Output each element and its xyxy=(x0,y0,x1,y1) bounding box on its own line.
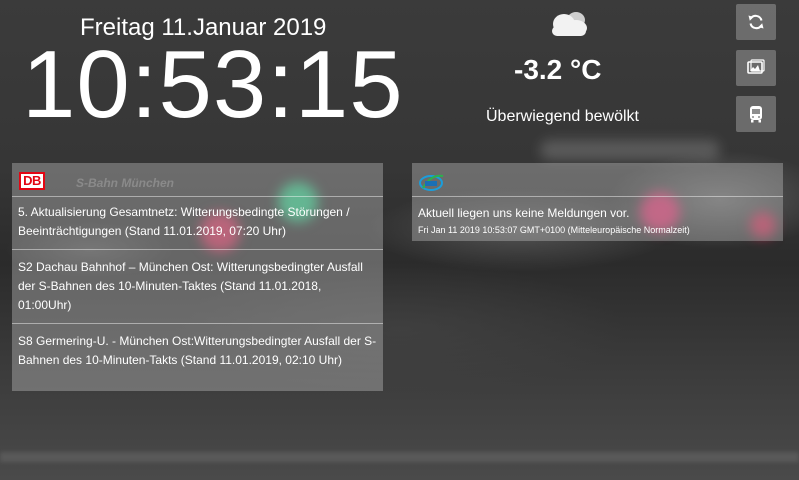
cloud-icon xyxy=(552,12,587,36)
mvv-message: Aktuell liegen uns keine Meldungen vor. xyxy=(418,206,630,220)
clock-display: 10:53:15 xyxy=(22,31,404,138)
refresh-button[interactable] xyxy=(736,4,776,40)
temperature: -3.2 °C xyxy=(514,54,602,85)
news-item: 5. Aktualisierung Gesamtnetz: Witterungs… xyxy=(12,197,383,250)
sbahn-news-panel: DB S-Bahn München 5. Aktualisierung Gesa… xyxy=(12,163,383,391)
mvv-news-panel: Aktuell liegen uns keine Meldungen vor. … xyxy=(412,163,783,241)
background-image-button[interactable] xyxy=(736,50,776,86)
mvv-logo-icon xyxy=(419,174,444,191)
refresh-icon xyxy=(748,14,764,30)
bus-icon xyxy=(750,106,762,123)
mvv-panel-header xyxy=(412,163,783,197)
sbahn-panel-header: DB S-Bahn München xyxy=(12,163,383,197)
news-item: S8 Germering-U. - München Ost:Witterungs… xyxy=(18,334,377,367)
news-item: S2 Dachau Bahnhof – München Ost: Witteru… xyxy=(12,250,383,324)
image-icon xyxy=(747,59,765,74)
weather-condition: Überwiegend bewölkt xyxy=(486,108,639,125)
sbahn-title: S-Bahn München xyxy=(76,176,174,190)
mvv-timestamp: Fri Jan 11 2019 10:53:07 GMT+0100 (Mitte… xyxy=(418,225,690,235)
transit-button[interactable] xyxy=(736,96,776,132)
db-logo: DB xyxy=(19,172,45,190)
